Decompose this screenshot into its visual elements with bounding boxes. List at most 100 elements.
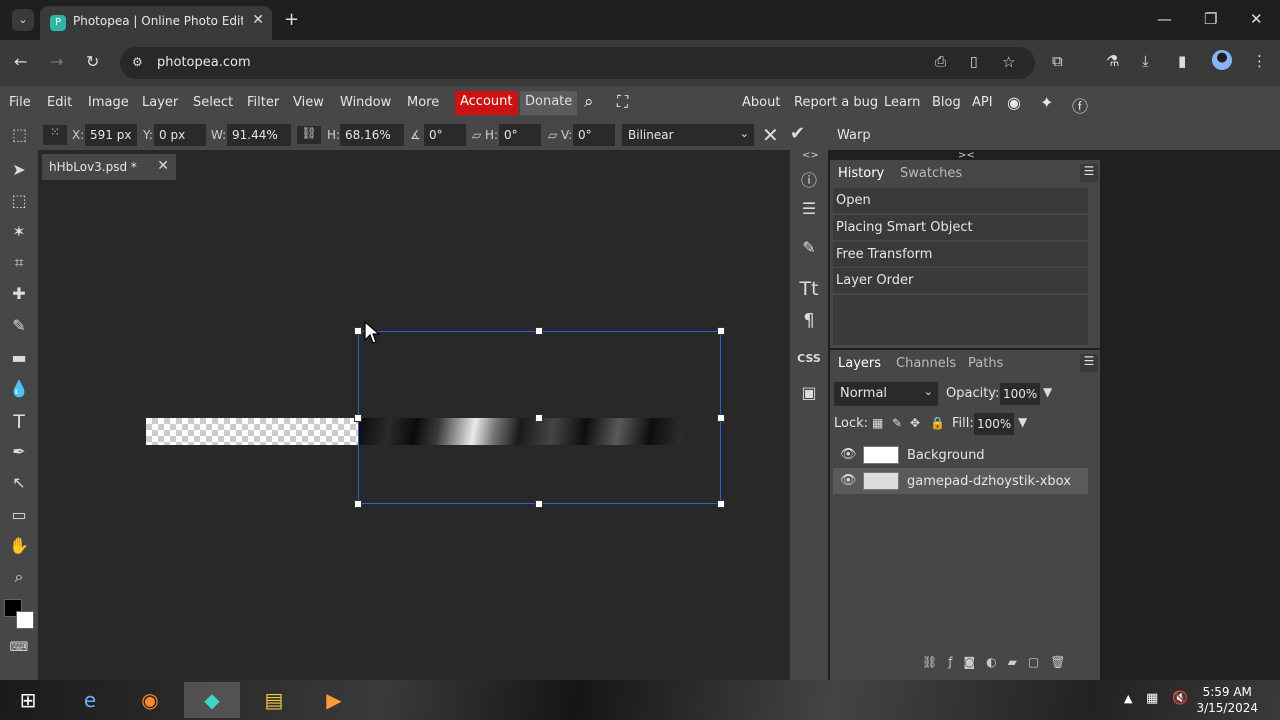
layers-menu-icon[interactable]: ☰: [1080, 354, 1098, 372]
reference-point-icon[interactable]: ⁙: [43, 125, 67, 145]
crop-tool-icon[interactable]: ⌗: [8, 253, 30, 275]
start-button-icon[interactable]: ⊞: [0, 682, 56, 718]
link-layers-icon[interactable]: ⛓: [922, 655, 948, 669]
path-select-tool-icon[interactable]: ↖: [8, 473, 30, 495]
fill-input[interactable]: 100%: [974, 413, 1014, 435]
transform-handle-top[interactable]: [535, 327, 543, 335]
transform-handle-bottom-left[interactable]: [354, 500, 362, 508]
healing-brush-tool-icon[interactable]: ✚: [8, 284, 30, 306]
menu-edit[interactable]: Edit: [47, 95, 72, 110]
tab-layers[interactable]: Layers: [838, 356, 881, 371]
tab-paths[interactable]: Paths: [968, 356, 1003, 371]
history-item[interactable]: Open: [833, 188, 1088, 213]
link-proportions-icon[interactable]: ⛓: [297, 126, 321, 144]
menu-blog[interactable]: Blog: [932, 95, 961, 110]
layer-row[interactable]: 👁 gamepad-dzhoystik-xbox: [833, 468, 1088, 494]
transform-handle-top-left[interactable]: [354, 327, 362, 335]
menu-file[interactable]: File: [9, 95, 31, 110]
close-tab-icon[interactable]: ✕: [252, 12, 264, 28]
firefox-icon[interactable]: ◉: [122, 682, 178, 718]
media-player-icon[interactable]: ▶: [306, 682, 362, 718]
keyboard-icon[interactable]: ⌨: [8, 640, 30, 662]
back-icon[interactable]: ←: [14, 52, 27, 71]
transform-handle-center[interactable]: [535, 414, 543, 422]
menu-view[interactable]: View: [293, 95, 324, 110]
eye-icon[interactable]: 👁: [840, 447, 857, 462]
commit-transform-icon[interactable]: ✔: [790, 123, 805, 144]
close-window-icon[interactable]: ✕: [1250, 10, 1263, 28]
info-icon[interactable]: ⓘ: [797, 167, 821, 191]
skew-h-input[interactable]: 0°: [499, 124, 541, 146]
collapse-arrows-icon[interactable]: <>: [802, 150, 819, 161]
page-icon[interactable]: ▯: [970, 54, 978, 70]
hand-tool-icon[interactable]: ✋: [8, 536, 30, 558]
internet-explorer-icon[interactable]: e: [62, 682, 118, 718]
image-icon[interactable]: ▣: [797, 383, 821, 407]
gradient-tool-icon[interactable]: ▬: [8, 348, 30, 370]
tab-search-icon[interactable]: ⌄: [12, 9, 34, 31]
zoom-tool-icon[interactable]: ⌕: [8, 567, 30, 589]
new-group-icon[interactable]: ▰: [1008, 655, 1028, 669]
interpolation-select[interactable]: Bilinear ⌄: [622, 124, 754, 146]
cancel-transform-icon[interactable]: ✕: [762, 123, 779, 147]
brush-tool-icon[interactable]: ✎: [8, 316, 30, 338]
lock-pixels-icon[interactable]: ✎: [892, 416, 902, 430]
install-app-icon[interactable]: ⎙: [935, 54, 946, 70]
character-icon[interactable]: Tt: [797, 278, 821, 302]
network-icon[interactable]: ▦: [1146, 691, 1158, 706]
pen-tool-icon[interactable]: ✒: [8, 442, 30, 464]
facebook-icon[interactable]: ⓕ: [1072, 93, 1088, 117]
css-icon[interactable]: CSS: [797, 352, 821, 376]
menu-about[interactable]: About: [742, 95, 780, 110]
volume-muted-icon[interactable]: 🔇: [1172, 691, 1188, 706]
url-text[interactable]: photopea.com: [157, 55, 251, 70]
menu-image[interactable]: Image: [88, 95, 129, 110]
extensions-icon[interactable]: ⧉: [1052, 52, 1063, 70]
rectangle-tool-icon[interactable]: ▭: [8, 505, 30, 527]
history-item[interactable]: Free Transform: [833, 242, 1088, 267]
move-tool-icon[interactable]: ➤: [8, 160, 30, 182]
profile-avatar-icon[interactable]: ●: [1212, 50, 1232, 70]
background-color-swatch[interactable]: [16, 611, 34, 629]
fill-dropdown-icon[interactable]: ▼: [1018, 415, 1027, 429]
minimize-icon[interactable]: —: [1157, 10, 1172, 28]
x-input[interactable]: 591 px: [85, 124, 137, 146]
adjustment-layer-icon[interactable]: ◐: [986, 655, 1007, 669]
photopea-taskbar-icon[interactable]: ◆: [184, 682, 240, 718]
transform-handle-bottom[interactable]: [535, 500, 543, 508]
search-icon[interactable]: ⌕: [584, 92, 594, 112]
marquee-tool-icon[interactable]: ⬚: [8, 191, 30, 213]
angle-input[interactable]: 0°: [424, 124, 466, 146]
history-menu-icon[interactable]: ☰: [1080, 164, 1098, 182]
bookmark-star-icon[interactable]: ☆: [1002, 53, 1015, 71]
menu-api[interactable]: API: [972, 95, 993, 110]
adjustments-icon[interactable]: ☰: [797, 199, 821, 223]
reddit-icon[interactable]: ◉: [1007, 93, 1021, 112]
blur-tool-icon[interactable]: 💧: [8, 379, 30, 401]
canvas-area[interactable]: hHbLov3.psd * ✕: [38, 150, 790, 680]
reload-icon[interactable]: ↻: [86, 52, 99, 71]
skew-v-input[interactable]: 0°: [573, 124, 615, 146]
labs-flask-icon[interactable]: ⚗: [1106, 52, 1119, 70]
tab-history[interactable]: History: [838, 166, 884, 181]
warp-button[interactable]: Warp: [837, 128, 871, 143]
close-document-icon[interactable]: ✕: [157, 158, 169, 174]
opacity-input[interactable]: 100%: [1000, 383, 1040, 405]
transform-handle-right[interactable]: [717, 414, 725, 422]
brush-settings-icon[interactable]: ✎: [797, 238, 821, 262]
new-tab-icon[interactable]: +: [284, 9, 299, 30]
lock-transparency-icon[interactable]: ▦: [872, 416, 883, 430]
account-button[interactable]: Account: [455, 91, 518, 115]
menu-select[interactable]: Select: [193, 95, 233, 110]
browser-menu-icon[interactable]: ⋮: [1252, 52, 1267, 70]
forward-icon[interactable]: →: [50, 52, 63, 71]
menu-more[interactable]: More: [407, 95, 439, 110]
eye-icon[interactable]: 👁: [840, 473, 857, 488]
menu-window[interactable]: Window: [340, 95, 391, 110]
lock-all-icon[interactable]: 🔒: [930, 416, 945, 430]
transform-handle-top-right[interactable]: [717, 327, 725, 335]
show-hidden-icons-icon[interactable]: ▲: [1124, 692, 1132, 705]
opacity-dropdown-icon[interactable]: ▼: [1043, 385, 1052, 399]
delete-layer-icon[interactable]: 🗑: [1050, 655, 1076, 669]
type-tool-icon[interactable]: T: [8, 411, 30, 433]
